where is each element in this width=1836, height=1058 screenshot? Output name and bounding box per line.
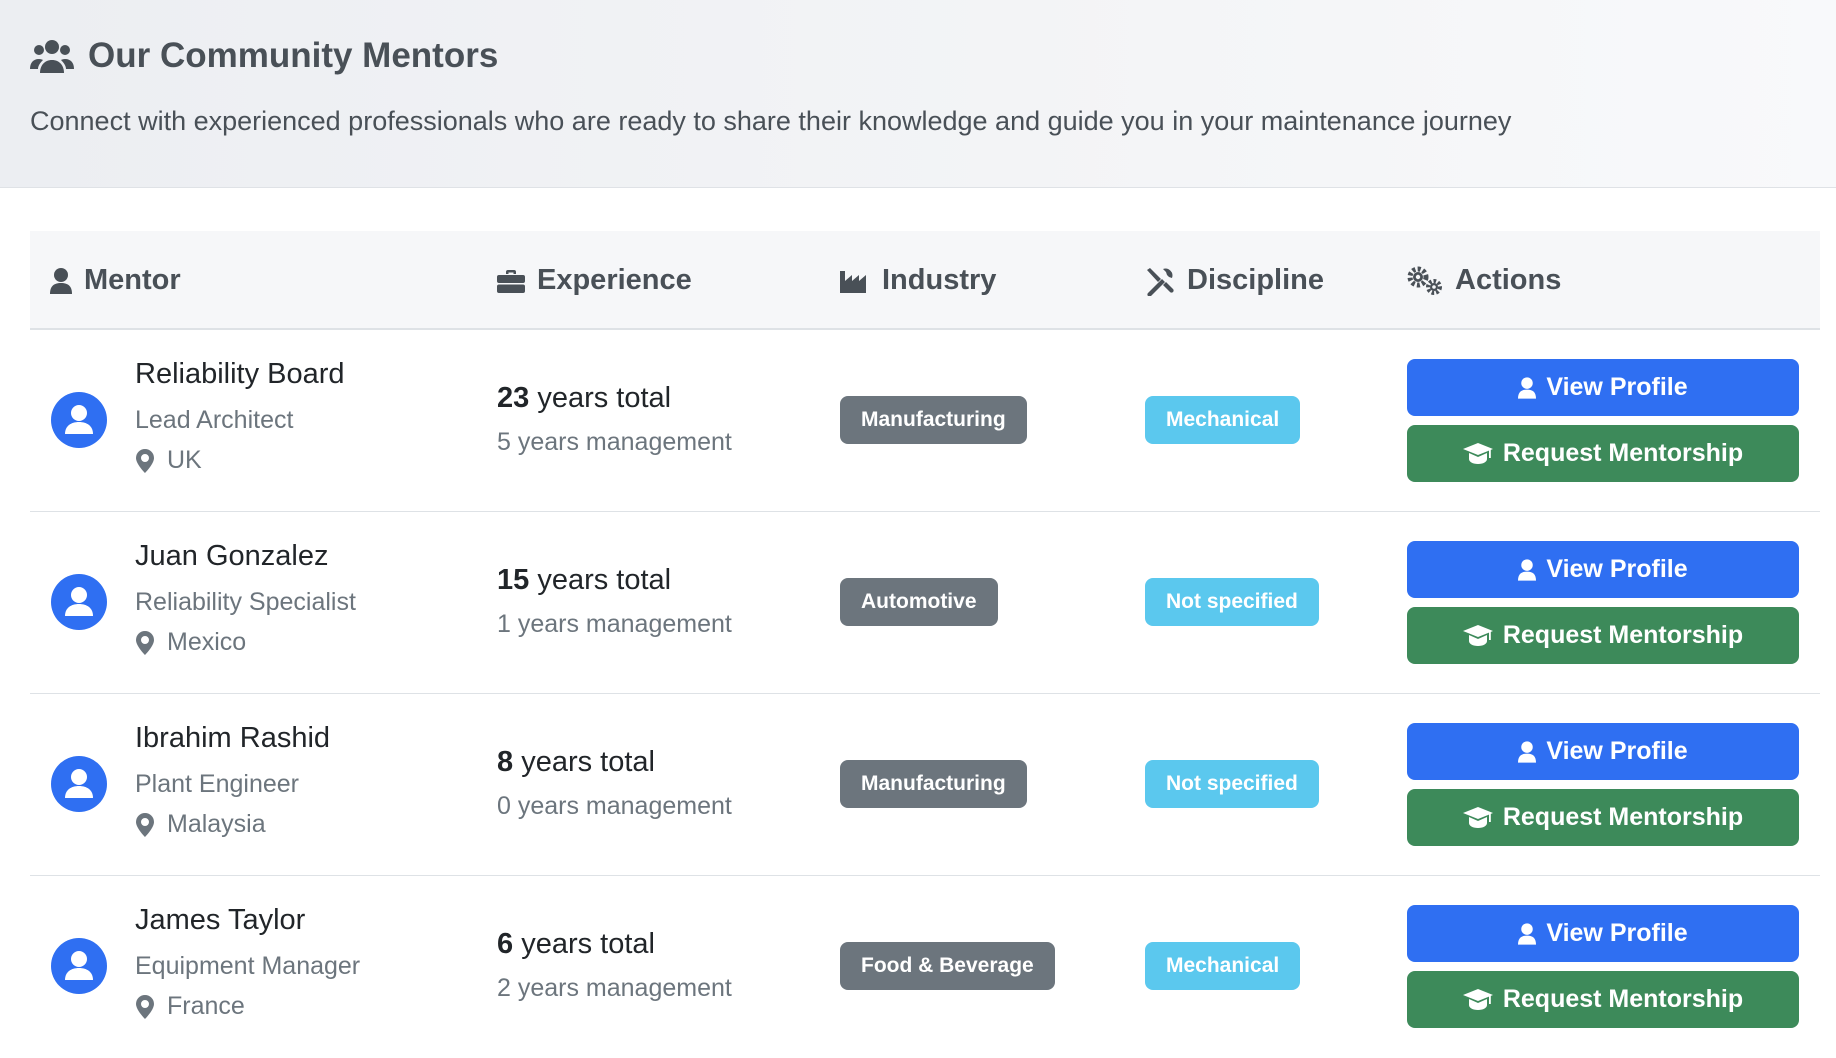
page-title: Our Community Mentors bbox=[30, 34, 498, 78]
table-row: Juan Gonzalez Reliability Specialist Mex… bbox=[30, 512, 1820, 694]
years-total-value: 6 bbox=[497, 928, 514, 960]
avatar-icon bbox=[51, 574, 107, 630]
experience-total: 8 years total bbox=[497, 746, 655, 779]
avatar-icon bbox=[51, 756, 107, 812]
mentor-name: James Taylor bbox=[135, 904, 306, 936]
years-total-suffix: years total bbox=[513, 746, 655, 778]
mentor-role: Lead Architect bbox=[135, 406, 294, 434]
mentors-table: Mentor Experience Industry Discipline Ac… bbox=[30, 231, 1820, 1058]
map-marker-icon bbox=[136, 812, 154, 837]
user-icon bbox=[1518, 376, 1537, 399]
discipline-badge: Not specified bbox=[1145, 578, 1319, 626]
industry-icon bbox=[840, 270, 866, 293]
column-header-label: Discipline bbox=[1187, 264, 1324, 296]
tools-icon bbox=[1147, 267, 1174, 296]
graduation-cap-icon bbox=[1462, 806, 1493, 828]
years-total-value: 15 bbox=[497, 564, 530, 596]
page-title-text: Our Community Mentors bbox=[88, 36, 499, 75]
industry-badge: Manufacturing bbox=[840, 760, 1027, 808]
column-header-discipline: Discipline bbox=[1145, 231, 1324, 330]
column-header-label: Experience bbox=[537, 264, 692, 296]
mentor-location: France bbox=[135, 992, 245, 1021]
view-profile-button[interactable]: View Profile bbox=[1407, 359, 1799, 416]
mentor-location: Mexico bbox=[135, 628, 246, 657]
map-marker-icon bbox=[136, 630, 154, 655]
button-label: View Profile bbox=[1546, 919, 1688, 947]
industry-badge: Automotive bbox=[840, 578, 998, 626]
experience-total: 6 years total bbox=[497, 928, 655, 961]
mentor-location: Malaysia bbox=[135, 810, 266, 839]
experience-management: 0 years management bbox=[497, 792, 732, 820]
page-header: Our Community Mentors Connect with exper… bbox=[0, 0, 1836, 188]
table-row: Ibrahim Rashid Plant Engineer Malaysia 8… bbox=[30, 694, 1820, 876]
briefcase-icon bbox=[497, 269, 525, 293]
graduation-cap-icon bbox=[1462, 442, 1493, 464]
user-icon bbox=[1518, 558, 1537, 581]
button-label: Request Mentorship bbox=[1502, 803, 1744, 831]
view-profile-button[interactable]: View Profile bbox=[1407, 541, 1799, 598]
button-label: Request Mentorship bbox=[1502, 439, 1744, 467]
map-marker-icon bbox=[136, 448, 154, 473]
graduation-cap-icon bbox=[1462, 624, 1493, 646]
years-total-suffix: years total bbox=[513, 928, 655, 960]
mentor-name: Ibrahim Rashid bbox=[135, 722, 331, 754]
user-icon bbox=[50, 267, 72, 294]
user-icon bbox=[1518, 740, 1537, 763]
mentor-name: Juan Gonzalez bbox=[135, 540, 329, 572]
request-mentorship-button[interactable]: Request Mentorship bbox=[1407, 971, 1799, 1028]
map-marker-icon bbox=[136, 994, 154, 1019]
years-total-suffix: years total bbox=[529, 382, 672, 414]
discipline-badge: Mechanical bbox=[1145, 396, 1301, 444]
years-total-suffix: years total bbox=[529, 564, 672, 596]
table-row: Reliability Board Lead Architect UK 23 y… bbox=[30, 330, 1820, 512]
page-subtitle: Connect with experienced professionals w… bbox=[30, 106, 1512, 136]
button-label: Request Mentorship bbox=[1502, 985, 1744, 1013]
column-header-label: Industry bbox=[882, 264, 997, 296]
location-text: UK bbox=[167, 446, 202, 474]
discipline-badge: Mechanical bbox=[1145, 942, 1301, 990]
avatar-icon bbox=[51, 938, 107, 994]
location-text: France bbox=[167, 992, 245, 1020]
view-profile-button[interactable]: View Profile bbox=[1407, 905, 1799, 962]
column-header-industry: Industry bbox=[840, 231, 996, 330]
view-profile-button[interactable]: View Profile bbox=[1407, 723, 1799, 780]
column-header-label: Actions bbox=[1455, 264, 1562, 296]
experience-management: 5 years management bbox=[497, 428, 732, 456]
industry-badge: Manufacturing bbox=[840, 396, 1027, 444]
years-total-value: 23 bbox=[497, 382, 530, 414]
mentor-role: Equipment Manager bbox=[135, 952, 361, 980]
cogs-icon bbox=[1407, 266, 1442, 295]
industry-badge: Food & Beverage bbox=[840, 942, 1055, 990]
button-label: View Profile bbox=[1546, 373, 1688, 401]
users-icon bbox=[30, 40, 74, 73]
button-label: View Profile bbox=[1546, 555, 1688, 583]
request-mentorship-button[interactable]: Request Mentorship bbox=[1407, 607, 1799, 664]
experience-total: 15 years total bbox=[497, 564, 671, 597]
table-header: Mentor Experience Industry Discipline Ac… bbox=[30, 231, 1820, 330]
location-text: Mexico bbox=[167, 628, 247, 656]
mentor-location: UK bbox=[135, 446, 202, 475]
avatar-icon bbox=[51, 392, 107, 448]
column-header-label: Mentor bbox=[84, 264, 181, 296]
request-mentorship-button[interactable]: Request Mentorship bbox=[1407, 425, 1799, 482]
years-total-value: 8 bbox=[497, 746, 514, 778]
experience-management: 1 years management bbox=[497, 610, 732, 638]
button-label: View Profile bbox=[1546, 737, 1688, 765]
graduation-cap-icon bbox=[1462, 988, 1493, 1010]
experience-total: 23 years total bbox=[497, 382, 671, 415]
request-mentorship-button[interactable]: Request Mentorship bbox=[1407, 789, 1799, 846]
user-icon bbox=[1518, 922, 1537, 945]
button-label: Request Mentorship bbox=[1502, 621, 1744, 649]
discipline-badge: Not specified bbox=[1145, 760, 1319, 808]
mentor-role: Reliability Specialist bbox=[135, 588, 356, 616]
table-row: James Taylor Equipment Manager France 6 … bbox=[30, 876, 1820, 1058]
mentor-name: Reliability Board bbox=[135, 358, 345, 390]
column-header-mentor: Mentor bbox=[50, 231, 181, 330]
mentor-role: Plant Engineer bbox=[135, 770, 300, 798]
location-text: Malaysia bbox=[167, 810, 266, 838]
experience-management: 2 years management bbox=[497, 974, 732, 1002]
column-header-experience: Experience bbox=[497, 231, 692, 330]
column-header-actions: Actions bbox=[1407, 231, 1561, 330]
